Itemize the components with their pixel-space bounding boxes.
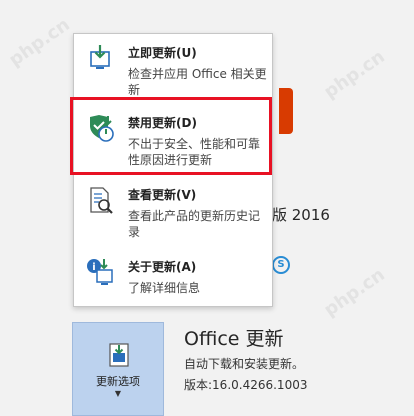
menu-item-title: 查看更新(V) (128, 188, 197, 202)
watermark: php.cn (5, 14, 74, 71)
product-version-label: 版 2016 (272, 206, 330, 224)
menu-item-title: 禁用更新(D) (128, 116, 197, 130)
office-update-title: Office 更新 (184, 328, 284, 350)
update-options-icon (105, 341, 133, 373)
update-options-menu: 立即更新(U) 检查并应用 Office 相关更新 禁用更新(D) 不出于安全、… (73, 33, 273, 307)
view-updates-icon (86, 186, 116, 220)
menu-item-description: 查看此产品的更新历史记录 (128, 209, 261, 239)
menu-item-description: 了解详细信息 (128, 281, 201, 295)
update-options-button[interactable]: 更新选项 ▼ (72, 322, 164, 416)
chevron-down-icon: ▼ (114, 389, 122, 398)
office-logo-fragment (279, 88, 293, 134)
menu-item-view-updates[interactable]: 查看更新(V) 查看此产品的更新历史记录 (74, 186, 272, 242)
skype-icon: S (272, 256, 290, 274)
menu-item-update-now[interactable]: 立即更新(U) 检查并应用 Office 相关更新 (74, 44, 272, 100)
menu-item-title: 关于更新(A) (128, 260, 197, 274)
menu-item-about-updates[interactable]: i 关于更新(A) 了解详细信息 (74, 258, 272, 298)
watermark: php.cn (320, 264, 389, 321)
disable-updates-icon (86, 114, 116, 148)
office-update-description: 自动下载和安装更新。 (184, 357, 305, 371)
svg-text:i: i (92, 262, 95, 273)
update-options-label: 更新选项 (96, 375, 140, 388)
office-version: 版本:16.0.4266.1003 (184, 378, 308, 392)
menu-item-description: 不出于安全、性能和可靠性原因进行更新 (128, 137, 261, 167)
menu-item-title: 立即更新(U) (128, 46, 197, 60)
menu-item-disable-updates[interactable]: 禁用更新(D) 不出于安全、性能和可靠性原因进行更新 (74, 114, 272, 170)
menu-item-description: 检查并应用 Office 相关更新 (128, 67, 267, 97)
watermark: php.cn (320, 46, 389, 103)
about-updates-icon: i (86, 258, 116, 292)
update-now-icon (86, 44, 116, 78)
